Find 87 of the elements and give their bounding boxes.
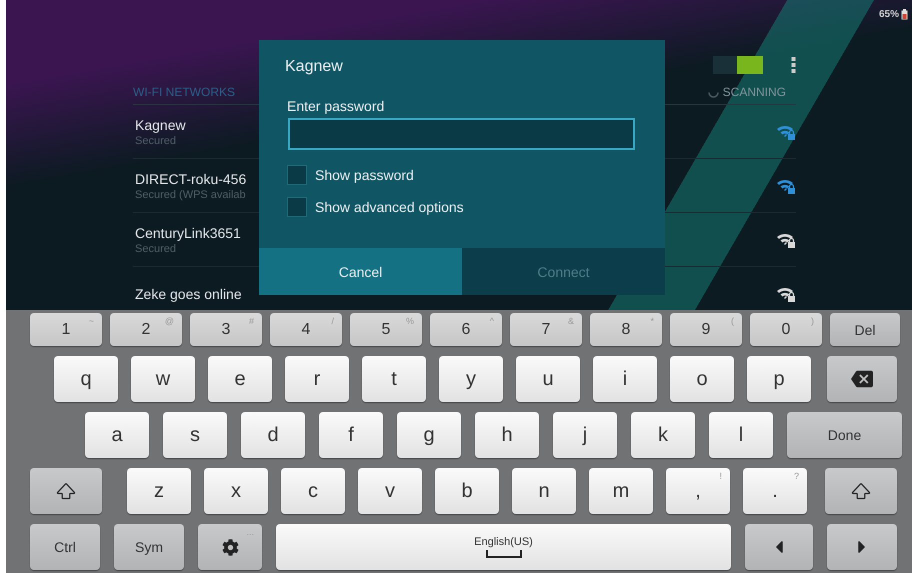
alt-character: &: [568, 316, 574, 326]
number-key[interactable]: 8 *: [590, 313, 662, 346]
letter-key[interactable]: j: [553, 412, 617, 458]
letter-key[interactable]: l: [709, 412, 773, 458]
backspace-icon: [851, 368, 873, 390]
language-label: English(US): [474, 536, 533, 548]
network-name[interactable]: DIRECT-roku-456: [135, 170, 246, 186]
alt-character: %: [406, 316, 414, 326]
done-key[interactable]: Done: [787, 412, 902, 458]
letter-key[interactable]: . ?: [743, 468, 807, 514]
letter-key[interactable]: g: [397, 412, 461, 458]
letter-key[interactable]: i: [593, 356, 657, 402]
letter-key[interactable]: r: [285, 356, 349, 402]
letter-key[interactable]: p: [747, 356, 811, 402]
letter-key[interactable]: c: [281, 468, 345, 514]
shift-key[interactable]: [30, 468, 102, 514]
letter-key[interactable]: z: [127, 468, 191, 514]
dialog-title: Kagnew: [285, 58, 343, 76]
letter-key[interactable]: a: [85, 412, 149, 458]
number-key[interactable]: 9 (: [670, 313, 742, 346]
alt-character: @: [164, 316, 174, 326]
letter-key[interactable]: y: [439, 356, 503, 402]
checkbox-label: Show password: [315, 167, 414, 183]
function-key[interactable]: Ctrl: [30, 524, 100, 570]
letter-key[interactable]: n: [512, 468, 576, 514]
letter-key[interactable]: h: [475, 412, 539, 458]
checkbox[interactable]: [287, 165, 307, 185]
alt-character: *: [650, 316, 654, 326]
function-key[interactable]: Del: [830, 313, 900, 346]
network-status: Secured: [135, 242, 177, 254]
alt-character: /: [331, 316, 334, 326]
letter-key[interactable]: , !: [666, 468, 730, 514]
battery-icon: [901, 8, 908, 20]
number-key[interactable]: 7 &: [510, 313, 582, 346]
alt-character: ~: [88, 316, 94, 326]
alt-character: (: [731, 316, 734, 326]
number-key[interactable]: 6 ^: [430, 313, 502, 346]
dialog-button[interactable]: Cancel: [259, 248, 462, 295]
letter-key[interactable]: u: [516, 356, 580, 402]
letter-key[interactable]: b: [435, 468, 499, 514]
space-bar-icon: [486, 550, 522, 558]
number-key[interactable]: 0 ): [750, 313, 822, 346]
letter-key[interactable]: w: [131, 356, 195, 402]
network-name[interactable]: Kagnew: [135, 116, 186, 132]
letter-key[interactable]: q: [54, 356, 118, 402]
field-label: Enter password: [287, 98, 384, 114]
letter-key[interactable]: s: [163, 412, 227, 458]
letter-key[interactable]: f: [319, 412, 383, 458]
network-name[interactable]: CenturyLink3651: [135, 224, 241, 240]
shift-icon: [56, 481, 76, 501]
alt-character: !: [719, 471, 722, 481]
left-key[interactable]: [745, 524, 813, 570]
letter-key[interactable]: d: [241, 412, 305, 458]
number-key[interactable]: 4 /: [270, 313, 342, 346]
network-status: Secured (WPS availab: [135, 188, 246, 200]
checkbox-label: Show advanced options: [315, 199, 464, 215]
backspace-key[interactable]: [827, 356, 897, 402]
settings-icon: [222, 538, 238, 556]
alt-character: ?: [794, 471, 799, 481]
alt-character: ^: [490, 316, 494, 326]
function-key[interactable]: Sym: [114, 524, 184, 570]
letter-key[interactable]: x: [204, 468, 268, 514]
battery-level: 65%: [878, 8, 899, 20]
more-options-icon[interactable]: [791, 56, 796, 74]
alt-character: ): [811, 316, 814, 326]
number-key[interactable]: 2 @: [110, 313, 182, 346]
alt-character: #: [248, 316, 254, 326]
number-key[interactable]: 5 %: [350, 313, 422, 346]
letter-key[interactable]: k: [631, 412, 695, 458]
letter-key[interactable]: t: [362, 356, 426, 402]
network-status: Secured: [135, 134, 177, 146]
password-field[interactable]: [288, 118, 635, 150]
section-header: WI-FI NETWORKS: [133, 85, 235, 99]
alt-character: ...: [246, 527, 254, 537]
number-key[interactable]: 1 ~: [30, 313, 102, 346]
space-key[interactable]: English(US): [276, 524, 731, 570]
wifi-toggle[interactable]: [713, 56, 763, 74]
shift-key[interactable]: [825, 468, 897, 514]
letter-key[interactable]: o: [670, 356, 734, 402]
shift-icon: [851, 481, 871, 501]
checkbox[interactable]: [287, 197, 307, 217]
scanning-label: SCANNING: [722, 85, 786, 99]
network-name[interactable]: Zeke goes online: [135, 286, 242, 302]
letter-key[interactable]: e: [208, 356, 272, 402]
letter-key[interactable]: v: [358, 468, 422, 514]
number-key[interactable]: 3 #: [190, 313, 262, 346]
letter-key[interactable]: m: [589, 468, 653, 514]
